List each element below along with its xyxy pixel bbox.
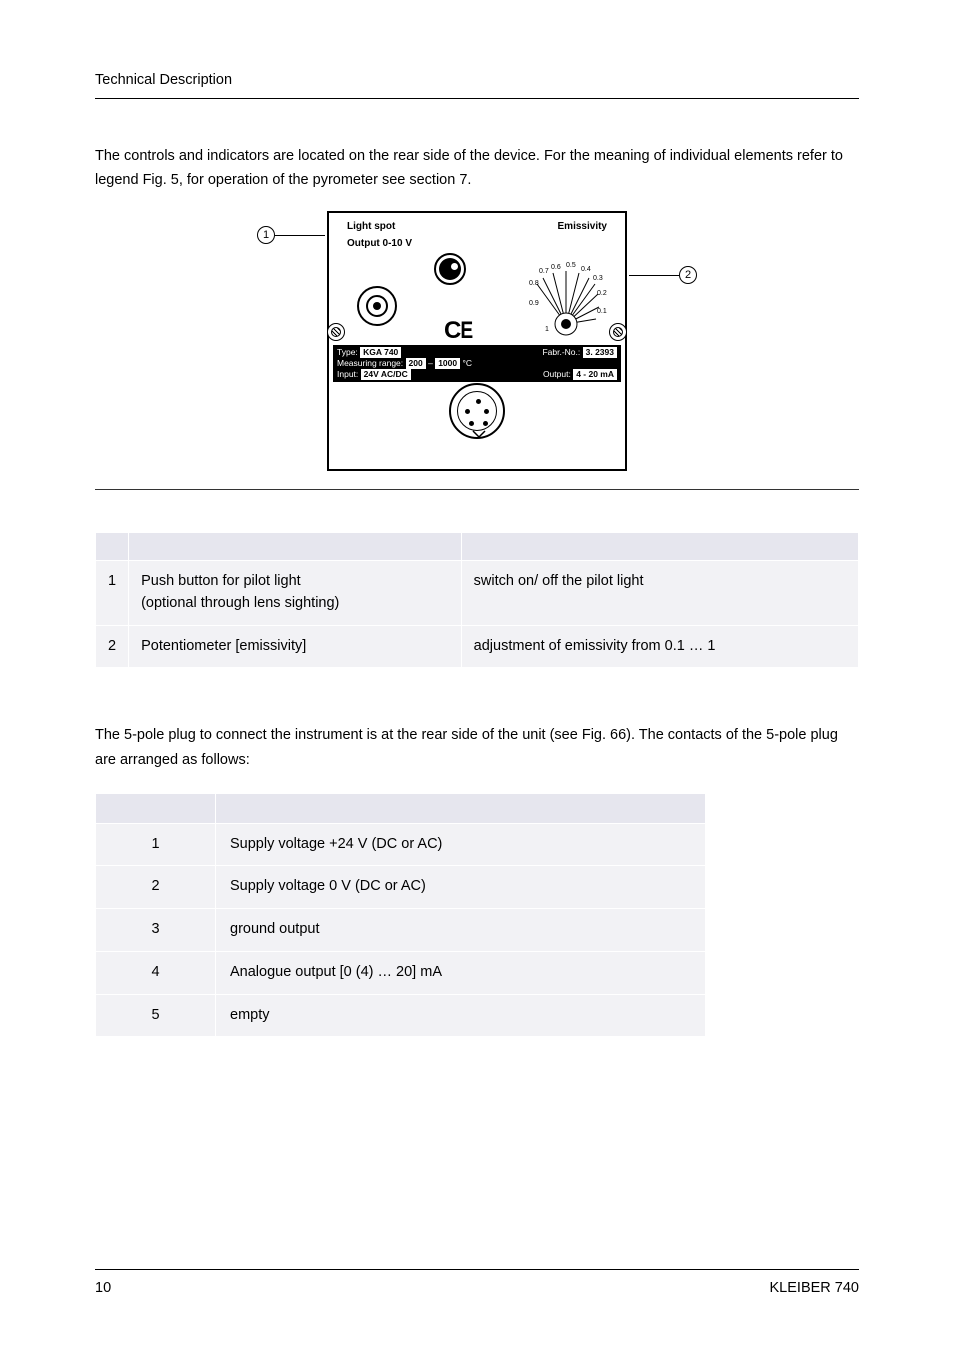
- type-plate: Type: KGA 740 Fabr.-No.: 3. 2393 Measuri…: [333, 345, 621, 382]
- table-row: 2 Supply voltage 0 V (DC or AC): [96, 866, 706, 909]
- screw-right-icon: [609, 323, 627, 341]
- ce-mark: CE: [444, 313, 473, 349]
- range-label: Measuring range:: [337, 358, 403, 368]
- device-rear-figure: Light spot Emissivity Output 0-10 V: [327, 211, 627, 471]
- connector-plug-icon: [449, 383, 505, 439]
- light-spot-knob: [434, 253, 466, 285]
- legend-head-func: [461, 533, 858, 561]
- pin-table: 1 Supply voltage +24 V (DC or AC) 2 Supp…: [95, 793, 706, 1038]
- legend-row1-name-l2: (optional through lens sighting): [141, 593, 449, 615]
- output-potentiometer-icon: [357, 286, 397, 326]
- callout-1: 1: [257, 226, 325, 244]
- plug-key-svg: [451, 385, 507, 441]
- fabr-value: 3. 2393: [583, 347, 617, 358]
- table-row: 4 Analogue output [0 (4) … 20] mA: [96, 951, 706, 994]
- pin-3-num: 3: [96, 909, 216, 952]
- legend-row2-name: Potentiometer [emissivity]: [129, 625, 462, 668]
- type-value: KGA 740: [360, 347, 401, 358]
- plug-intro-paragraph: The 5-pole plug to connect the instrumen…: [95, 723, 859, 772]
- legend-head-idx: [96, 533, 129, 561]
- legend-row1-idx: 1: [96, 561, 129, 626]
- range-lo: 200: [406, 358, 426, 369]
- table-row: 3 ground output: [96, 909, 706, 952]
- pin-4-assign: Analogue output [0 (4) … 20] mA: [216, 951, 706, 994]
- pin-2-assign: Supply voltage 0 V (DC or AC): [216, 866, 706, 909]
- tick-02: 0.2: [597, 289, 607, 300]
- callout-2: 2: [629, 266, 697, 284]
- label-light-spot: Light spot: [347, 219, 395, 234]
- range-hi: 1000: [435, 358, 460, 369]
- legend-row1-name: Push button for pilot light (optional th…: [129, 561, 462, 626]
- pin-4-num: 4: [96, 951, 216, 994]
- table-row: 1 Supply voltage +24 V (DC or AC): [96, 823, 706, 866]
- footer-page-number: 10: [95, 1278, 111, 1300]
- screw-left-icon: [327, 323, 345, 341]
- pin-head-pin: [96, 793, 216, 823]
- table-row: 2 Potentiometer [emissivity] adjustment …: [96, 625, 859, 668]
- leader-line-right: [629, 275, 679, 276]
- dial-fan-svg: [531, 269, 601, 339]
- label-emissivity: Emissivity: [558, 219, 607, 234]
- emissivity-dial: 0.6 0.5 0.4 0.3 0.7 0.2 0.8 0.1 0.9 1: [531, 269, 601, 339]
- pin-5-num: 5: [96, 994, 216, 1037]
- pin-3-assign: ground output: [216, 909, 706, 952]
- pin-1-num: 1: [96, 823, 216, 866]
- tick-08: 0.8: [529, 279, 539, 290]
- input-value: 24V AC/DC: [361, 369, 411, 380]
- legend-row1-name-l1: Push button for pilot light: [141, 571, 449, 593]
- figure-container: 1 2 Light spot Emissivity Output 0-10 V: [95, 211, 859, 471]
- tick-05: 0.5: [566, 261, 576, 272]
- legend-row1-func: switch on/ off the pilot light: [461, 561, 858, 626]
- range-unit: °C: [463, 358, 473, 368]
- tick-01: 0.1: [597, 307, 607, 318]
- range-dash: –: [428, 358, 433, 368]
- leader-line-left: [275, 235, 325, 236]
- fabr-label: Fabr.-No.:: [542, 347, 580, 357]
- legend-head-name: [129, 533, 462, 561]
- tick-07: 0.7: [539, 267, 549, 278]
- pin-5-assign: empty: [216, 994, 706, 1037]
- output-label: Output:: [543, 369, 571, 379]
- pin-1-assign: Supply voltage +24 V (DC or AC): [216, 823, 706, 866]
- tick-06: 0.6: [551, 263, 561, 274]
- legend-row2-idx: 2: [96, 625, 129, 668]
- tick-09: 0.9: [529, 299, 539, 310]
- tick-1: 1: [545, 325, 549, 336]
- tick-03: 0.3: [593, 274, 603, 285]
- legend-table: 1 Push button for pilot light (optional …: [95, 532, 859, 668]
- legend-row2-func: adjustment of emissivity from 0.1 … 1: [461, 625, 858, 668]
- callout-2-number: 2: [679, 266, 697, 284]
- output-value: 4 - 20 mA: [573, 369, 617, 380]
- page-header: Technical Description: [95, 70, 859, 99]
- type-label: Type:: [337, 347, 358, 357]
- tick-04: 0.4: [581, 265, 591, 276]
- intro-paragraph: The controls and indicators are located …: [95, 144, 859, 193]
- input-label: Input:: [337, 369, 358, 379]
- pin-head-assign: [216, 793, 706, 823]
- label-output-0-10v: Output 0-10 V: [347, 238, 412, 249]
- callout-1-number: 1: [257, 226, 275, 244]
- dial-area: 0.6 0.5 0.4 0.3 0.7 0.2 0.8 0.1 0.9 1 CE: [329, 253, 625, 343]
- pin-2-num: 2: [96, 866, 216, 909]
- legend-row2-name-l1: Potentiometer [emissivity]: [141, 636, 449, 658]
- table-row: 1 Push button for pilot light (optional …: [96, 561, 859, 626]
- page-header-title: Technical Description: [95, 72, 232, 88]
- footer-doc-name: KLEIBER 740: [770, 1278, 859, 1300]
- figure-separator: [95, 489, 859, 490]
- page-footer: 10 KLEIBER 740: [95, 1269, 859, 1300]
- table-row: 5 empty: [96, 994, 706, 1037]
